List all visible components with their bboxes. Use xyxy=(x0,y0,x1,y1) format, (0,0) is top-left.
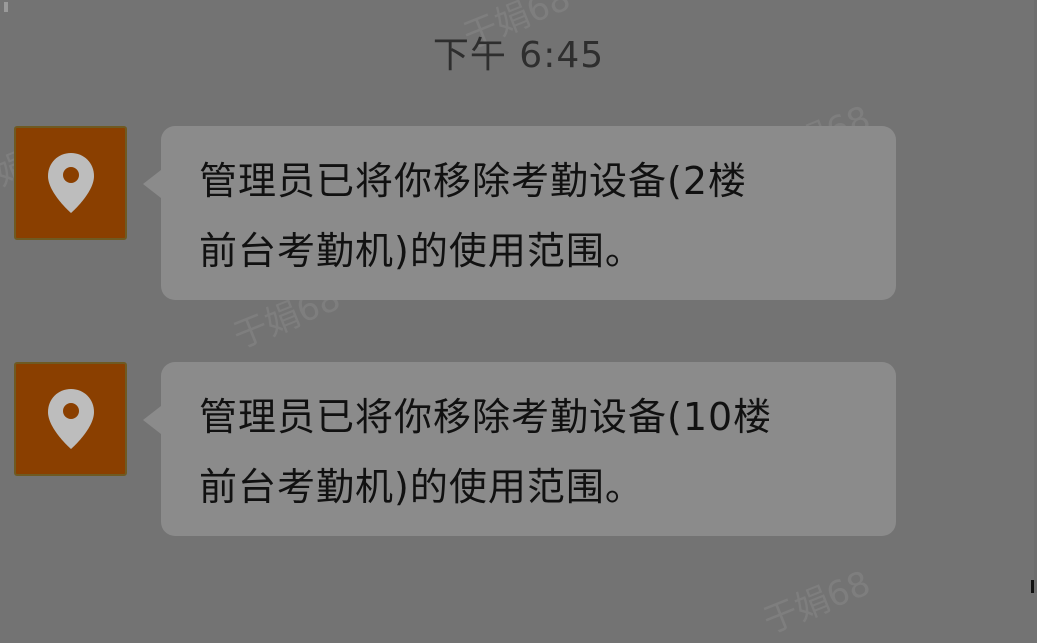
sender-avatar[interactable] xyxy=(14,362,127,476)
message-text-line: 管理员已将你移除考勤设备(2楼 xyxy=(199,159,748,203)
message-text-line: 管理员已将你移除考勤设备(10楼 xyxy=(199,395,773,439)
right-edge-mark xyxy=(1031,580,1034,593)
message-timestamp: 下午 6:45 xyxy=(432,35,605,76)
message-text-line: 前台考勤机)的使用范围。 xyxy=(199,229,644,273)
message-text-line: 前台考勤机)的使用范围。 xyxy=(199,465,644,509)
location-pin-icon xyxy=(47,389,94,449)
message-bubble[interactable]: 管理员已将你移除考勤设备(10楼 前台考勤机)的使用范围。 xyxy=(143,362,896,536)
watermark: 于娟68 xyxy=(757,563,877,643)
message-bubble[interactable]: 管理员已将你移除考勤设备(2楼 前台考勤机)的使用范围。 xyxy=(143,126,896,300)
sender-avatar[interactable] xyxy=(14,126,127,240)
status-corner-mark xyxy=(4,2,8,12)
location-pin-icon xyxy=(47,153,94,213)
